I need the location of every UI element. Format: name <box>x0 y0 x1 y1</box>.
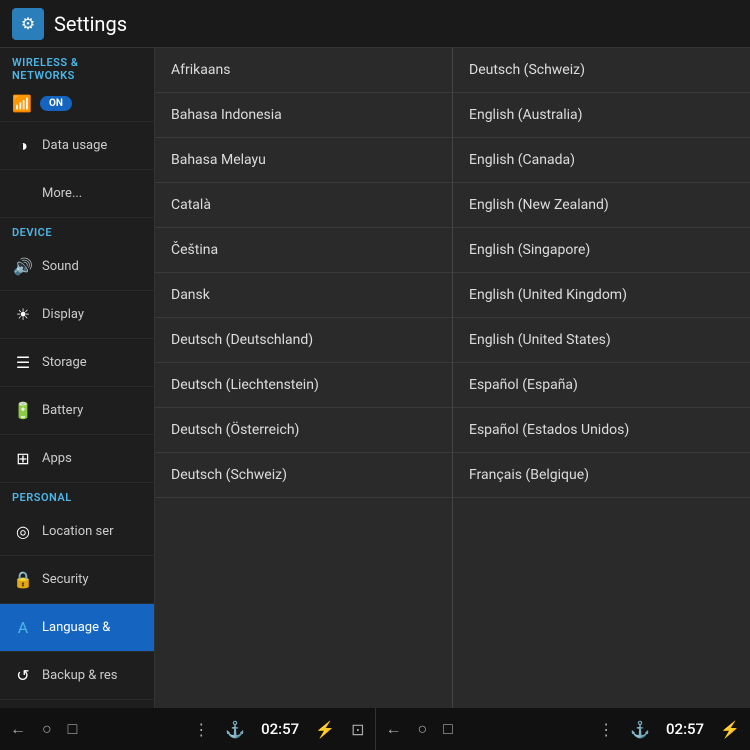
sidebar-item-sound[interactable]: 🔊 Sound <box>0 243 154 291</box>
apps-icon: ⊞ <box>12 448 34 470</box>
nav-sd-icon-left: ⊡ <box>351 720 364 739</box>
sidebar-label-data-usage: Data usage <box>42 138 107 153</box>
nav-recents-icon-right[interactable]: □ <box>443 719 453 739</box>
nav-usb-icon-right: ⚓ <box>630 720 650 739</box>
sidebar-item-apps[interactable]: ⊞ Apps <box>0 435 154 483</box>
lang-item-bahasa-indonesia[interactable]: Bahasa Indonesia <box>155 93 452 138</box>
sidebar-label-storage: Storage <box>42 355 87 370</box>
lang-item-espanol-es[interactable]: Español (España) <box>453 363 750 408</box>
sidebar-label-backup: Backup & res <box>42 668 117 683</box>
lang-item-deutsch-li[interactable]: Deutsch (Liechtenstein) <box>155 363 452 408</box>
sidebar-label-location: Location ser <box>42 524 114 539</box>
nav-left-system-icons: ← ○ □ <box>10 719 77 739</box>
section-personal: PERSONAL <box>0 483 154 508</box>
lang-item-afrikaans[interactable]: Afrikaans <box>155 48 452 93</box>
nav-back-icon[interactable]: ← <box>10 719 26 739</box>
nav-bar: ← ○ □ ⋮ ⚓ 02:57 ⚡ ⊡ ← ○ □ ⋮ ⚓ 02:57 ⚡ <box>0 708 750 750</box>
sidebar-label-display: Display <box>42 307 84 322</box>
sidebar-item-security[interactable]: 🔒 Security <box>0 556 154 604</box>
lang-item-deutsch-at[interactable]: Deutsch (Österreich) <box>155 408 452 453</box>
sidebar-item-backup[interactable]: ↺ Backup & res <box>0 652 154 700</box>
sidebar-label-apps: Apps <box>42 451 72 466</box>
lang-item-english-au[interactable]: English (Australia) <box>453 93 750 138</box>
wifi-icon: 📶 <box>12 94 32 113</box>
nav-battery-icon-left: ⚡ <box>315 720 335 739</box>
nav-usb-icon: ⚓ <box>225 720 245 739</box>
lang-item-english-uk[interactable]: English (United Kingdom) <box>453 273 750 318</box>
right-language-panel: Deutsch (Schweiz) English (Australia) En… <box>453 48 750 708</box>
backup-icon: ↺ <box>12 665 34 687</box>
lang-item-espanol-us[interactable]: Español (Estados Unidos) <box>453 408 750 453</box>
lang-item-english-us[interactable]: English (United States) <box>453 318 750 363</box>
nav-menu-icon[interactable]: ⋮ <box>193 720 209 739</box>
sidebar-label-language: Language & <box>42 620 110 635</box>
sidebar-item-language[interactable]: A Language & <box>0 604 154 652</box>
sidebar-item-data-usage[interactable]: ◑ Data usage <box>0 122 154 170</box>
lang-item-bahasa-melayu[interactable]: Bahasa Melayu <box>155 138 452 183</box>
sound-icon: 🔊 <box>12 256 34 278</box>
display-icon: ☀ <box>12 304 34 326</box>
nav-left: ← ○ □ ⋮ ⚓ 02:57 ⚡ ⊡ <box>0 719 375 739</box>
title-bar: ⚙ Settings <box>0 0 750 48</box>
nav-home-icon[interactable]: ○ <box>42 719 52 739</box>
sidebar-item-location[interactable]: ◎ Location ser <box>0 508 154 556</box>
sidebar-item-storage[interactable]: ☰ Storage <box>0 339 154 387</box>
section-wireless: WIRELESS &NETWORKS <box>0 48 154 86</box>
lang-item-catala[interactable]: Català <box>155 183 452 228</box>
nav-right-time: 02:57 <box>666 720 704 738</box>
lang-item-english-nz[interactable]: English (New Zealand) <box>453 183 750 228</box>
nav-left-status-icons: ⋮ ⚓ 02:57 ⚡ ⊡ <box>193 720 364 739</box>
nav-back-icon-right[interactable]: ← <box>386 719 402 739</box>
settings-icon: ⚙ <box>12 8 44 40</box>
sidebar-label-more: More... <box>42 186 82 201</box>
lang-item-deutsch-de[interactable]: Deutsch (Deutschland) <box>155 318 452 363</box>
section-device: DEVICE <box>0 218 154 243</box>
sidebar-item-battery[interactable]: 🔋 Battery <box>0 387 154 435</box>
main-content: WIRELESS &NETWORKS 📶 ON ◑ Data usage Mor… <box>0 48 750 708</box>
sidebar-item-display[interactable]: ☀ Display <box>0 291 154 339</box>
lang-item-english-sg[interactable]: English (Singapore) <box>453 228 750 273</box>
lang-item-francais-be[interactable]: Français (Belgique) <box>453 453 750 498</box>
nav-recents-icon[interactable]: □ <box>68 719 78 739</box>
lang-item-dansk[interactable]: Dansk <box>155 273 452 318</box>
security-icon: 🔒 <box>12 569 34 591</box>
data-usage-icon: ◑ <box>12 135 34 157</box>
left-language-panel: Afrikaans Bahasa Indonesia Bahasa Melayu… <box>155 48 453 708</box>
lang-item-deutsch-schweiz[interactable]: Deutsch (Schweiz) <box>453 48 750 93</box>
nav-left-time: 02:57 <box>261 720 299 738</box>
page-title: Settings <box>54 12 127 36</box>
nav-right: ← ○ □ ⋮ ⚓ 02:57 ⚡ <box>376 719 750 739</box>
lang-item-deutsch-ch[interactable]: Deutsch (Schweiz) <box>155 453 452 498</box>
sidebar-label-sound: Sound <box>42 259 79 274</box>
wifi-toggle[interactable]: ON <box>40 96 72 111</box>
sidebar: WIRELESS &NETWORKS 📶 ON ◑ Data usage Mor… <box>0 48 155 708</box>
nav-menu-icon-right[interactable]: ⋮ <box>598 720 614 739</box>
language-icon: A <box>12 617 34 639</box>
more-icon <box>12 183 34 205</box>
battery-icon: 🔋 <box>12 400 34 422</box>
sidebar-label-battery: Battery <box>42 403 83 418</box>
sidebar-label-security: Security <box>42 572 89 587</box>
sidebar-item-more[interactable]: More... <box>0 170 154 218</box>
nav-right-status-icons: ⋮ ⚓ 02:57 ⚡ <box>598 720 740 739</box>
location-icon: ◎ <box>12 521 34 543</box>
lang-item-english-ca[interactable]: English (Canada) <box>453 138 750 183</box>
nav-right-system-icons: ← ○ □ <box>386 719 453 739</box>
lang-item-cestina[interactable]: Čeština <box>155 228 452 273</box>
nav-home-icon-right[interactable]: ○ <box>418 719 428 739</box>
storage-icon: ☰ <box>12 352 34 374</box>
nav-battery-icon-right: ⚡ <box>720 720 740 739</box>
sidebar-item-wifi[interactable]: 📶 ON <box>0 86 154 122</box>
